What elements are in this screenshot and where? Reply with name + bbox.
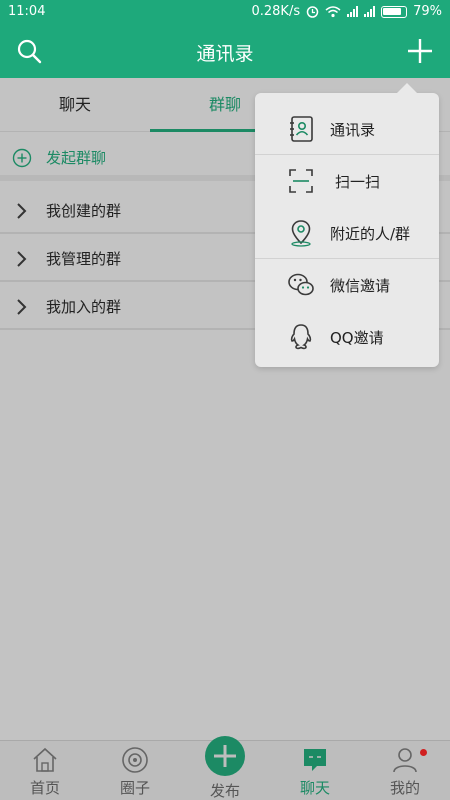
nav-profile[interactable]: 我的 bbox=[360, 741, 450, 800]
battery-icon bbox=[381, 5, 408, 18]
circle-icon bbox=[122, 747, 148, 773]
add-menu-popup: 通讯录 扫一扫 附近的人/群 微信邀请 QQ邀请 bbox=[255, 83, 439, 367]
contacts-icon bbox=[290, 116, 313, 142]
menu-item-qq-invite[interactable]: QQ邀请 bbox=[255, 311, 439, 363]
nav-label: 聊天 bbox=[299, 779, 330, 797]
battery-level: 79% bbox=[413, 4, 442, 19]
app-bar: 通讯录 bbox=[0, 24, 450, 78]
status-bar: 11:04 0.28K/s 79% bbox=[0, 0, 450, 24]
menu-item-contacts[interactable]: 通讯录 bbox=[255, 103, 439, 155]
chevron-right-icon bbox=[17, 251, 27, 267]
start-group-chat-label: 发起群聊 bbox=[46, 149, 107, 167]
group-row-label: 我加入的群 bbox=[46, 298, 122, 316]
wechat-icon bbox=[288, 273, 314, 296]
nav-label: 发布 bbox=[209, 782, 240, 800]
network-speed: 0.28K/s bbox=[251, 4, 301, 19]
publish-icon bbox=[214, 745, 236, 767]
location-icon bbox=[291, 220, 311, 247]
menu-item-label: 扫一扫 bbox=[335, 173, 381, 191]
page-title: 通讯录 bbox=[196, 43, 254, 65]
nav-label: 我的 bbox=[389, 779, 420, 797]
qq-icon bbox=[290, 324, 312, 350]
menu-item-label: 微信邀请 bbox=[330, 277, 391, 295]
tab-chat[interactable]: 聊天 bbox=[0, 78, 150, 132]
add-circle-icon bbox=[12, 148, 32, 168]
nav-label: 圈子 bbox=[119, 779, 150, 797]
nav-label: 首页 bbox=[29, 779, 60, 797]
signal-icon-2 bbox=[364, 6, 376, 17]
notification-dot bbox=[420, 749, 427, 756]
nav-circle[interactable]: 圈子 bbox=[90, 741, 180, 800]
chevron-right-icon bbox=[17, 299, 27, 315]
menu-item-wechat-invite[interactable]: 微信邀请 bbox=[255, 259, 439, 311]
signal-icon bbox=[347, 6, 359, 17]
plus-icon[interactable] bbox=[406, 37, 434, 65]
group-row-label: 我管理的群 bbox=[46, 250, 122, 268]
chat-icon bbox=[304, 749, 326, 771]
menu-item-scan[interactable]: 扫一扫 bbox=[255, 155, 439, 207]
nav-home[interactable]: 首页 bbox=[0, 741, 90, 800]
menu-item-label: 附近的人/群 bbox=[330, 225, 411, 243]
menu-item-label: 通讯录 bbox=[330, 121, 376, 139]
chevron-right-icon bbox=[17, 203, 27, 219]
group-row-label: 我创建的群 bbox=[46, 202, 122, 220]
scan-icon bbox=[289, 169, 313, 193]
menu-item-label: QQ邀请 bbox=[330, 329, 384, 347]
profile-icon bbox=[393, 748, 417, 773]
menu-item-nearby[interactable]: 附近的人/群 bbox=[255, 207, 439, 259]
status-right: 0.28K/s 79% bbox=[251, 4, 442, 19]
alarm-icon bbox=[306, 6, 319, 18]
wifi-icon bbox=[325, 5, 341, 17]
nav-chat[interactable]: 聊天 bbox=[270, 741, 360, 800]
publish-button[interactable] bbox=[205, 736, 245, 776]
status-time: 11:04 bbox=[8, 4, 46, 19]
home-icon bbox=[33, 747, 57, 772]
